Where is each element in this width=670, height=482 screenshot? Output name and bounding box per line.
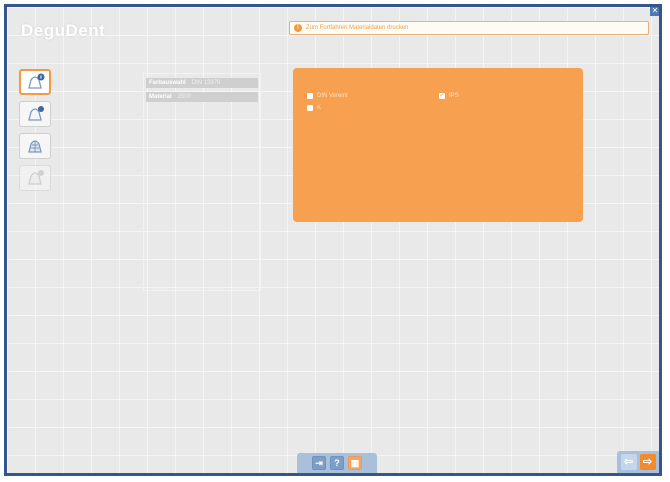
bell-add-icon [28,106,44,121]
cursor-button[interactable]: ⇥ [312,456,326,470]
alert-text: Zum Fortfahren Materialdaten drucken [306,25,409,31]
option-label: K [317,105,322,111]
back-button[interactable]: ⇦ [620,454,637,470]
option-din-vereint[interactable]: DIN Vereint [307,93,348,99]
row-value: 2500 [177,94,192,100]
app-window: DeguDent ✕ ! Zum Fortfahren Materialdate… [4,4,662,476]
navigation-bar: ⇦ ⇨ [617,451,659,473]
crown-question-icon [28,170,44,185]
options-panel: DIN Vereint ✓ IPS K [293,68,583,222]
bell-info-button[interactable] [19,69,51,95]
crown-settings-button[interactable] [19,133,51,159]
bell-info-icon [28,73,45,89]
checkbox[interactable] [307,105,313,111]
alert-bar: ! Zum Fortfahren Materialdaten drucken [289,21,649,35]
crown-grid-icon [28,140,42,153]
material-info-panel: Farbauswahl DIN 13970 Material 2500 [143,73,261,291]
next-button[interactable]: ⇨ [639,454,656,470]
app-logo: DeguDent [21,21,106,40]
checkbox[interactable] [307,93,313,99]
close-icon[interactable]: ✕ [650,7,659,16]
checkbox-checked[interactable]: ✓ [439,93,445,99]
option-k[interactable]: K [307,105,321,111]
option-label: IPS [449,93,459,99]
grid-button[interactable]: ▦ [348,456,362,470]
material-info-row: Farbauswahl DIN 13970 [146,78,258,88]
crown-disabled-button[interactable] [19,165,51,191]
bell-add-button[interactable] [19,101,51,127]
bottom-toolbar: ⇥ ? ▦ [297,453,377,473]
row-label: Material [149,94,172,100]
help-button[interactable]: ? [330,456,344,470]
row-label: Farbauswahl [149,80,186,86]
material-info-row: Material 2500 [146,92,258,102]
row-value: DIN 13970 [191,80,221,86]
option-ips[interactable]: ✓ IPS [439,93,459,99]
warning-icon: ! [294,24,302,32]
option-label: DIN Vereint [317,93,348,99]
